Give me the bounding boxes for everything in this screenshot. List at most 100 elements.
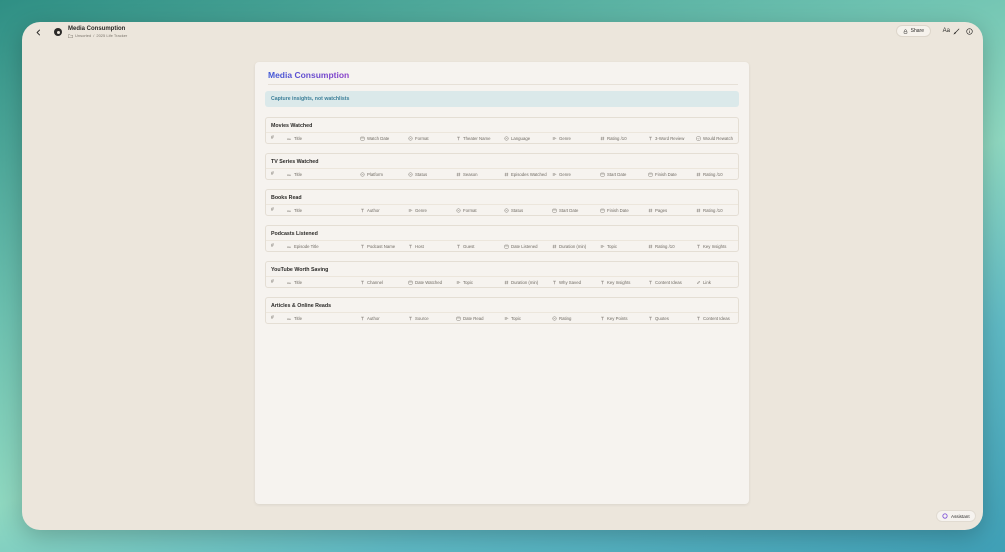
column-header[interactable]: Date Listened bbox=[504, 241, 548, 251]
column-header[interactable]: Key Insights bbox=[696, 241, 740, 251]
column-header[interactable]: Finish Date bbox=[600, 205, 644, 215]
text-icon bbox=[600, 316, 605, 321]
column-header[interactable]: Author bbox=[360, 313, 404, 323]
column-header[interactable]: Guest bbox=[456, 241, 500, 251]
database-title[interactable]: Movies Watched bbox=[271, 123, 312, 129]
column-label: Finish Date bbox=[655, 171, 677, 177]
column-header[interactable]: Topic bbox=[504, 313, 548, 323]
column-header[interactable]: Aa Title bbox=[287, 313, 355, 323]
column-header[interactable]: Would Rewatch bbox=[696, 133, 740, 143]
number-icon bbox=[696, 172, 701, 177]
breadcrumb-item[interactable]: Unsorted bbox=[75, 33, 91, 39]
column-header[interactable]: Date Watched bbox=[408, 277, 452, 287]
column-header[interactable]: Why Saved bbox=[552, 277, 596, 287]
column-header[interactable]: Date Read bbox=[456, 313, 500, 323]
column-header[interactable]: Language bbox=[504, 133, 548, 143]
workspace-button[interactable] bbox=[50, 24, 66, 40]
column-header[interactable]: Status bbox=[504, 205, 548, 215]
column-header[interactable]: # bbox=[271, 313, 281, 323]
column-label: Rating /10 bbox=[607, 135, 627, 141]
column-header[interactable]: Quotes bbox=[648, 313, 692, 323]
column-header[interactable]: Duration (min) bbox=[552, 241, 596, 251]
assistant-label: Assistant bbox=[951, 513, 970, 519]
column-header[interactable]: Key Insights bbox=[600, 277, 644, 287]
column-header[interactable]: # bbox=[271, 133, 281, 143]
column-header[interactable]: Pages bbox=[648, 205, 692, 215]
column-header[interactable]: Rating /10 bbox=[696, 205, 740, 215]
column-header[interactable]: Status bbox=[408, 169, 452, 179]
svg-text:Aa: Aa bbox=[287, 136, 291, 140]
column-header[interactable]: Aa Title bbox=[287, 133, 355, 143]
column-header[interactable]: Topic bbox=[600, 241, 644, 251]
column-header[interactable]: Genre bbox=[552, 169, 596, 179]
column-header[interactable]: Key Points bbox=[600, 313, 644, 323]
column-header[interactable]: Aa Episode Title bbox=[287, 241, 355, 251]
database-block: Books Read # Aa Title Author Genre Format Statu… bbox=[265, 189, 739, 216]
share-label: Share bbox=[910, 28, 924, 34]
column-header[interactable]: # bbox=[271, 277, 281, 287]
column-header[interactable]: Season bbox=[456, 169, 500, 179]
lock-icon bbox=[903, 28, 907, 34]
column-header[interactable]: Format bbox=[408, 133, 452, 143]
column-header[interactable]: Start Date bbox=[552, 205, 596, 215]
column-label: # bbox=[271, 315, 274, 321]
top-bar: Media Consumption Unsorted / 2025 Life T… bbox=[22, 22, 983, 44]
column-header[interactable]: # bbox=[271, 241, 281, 251]
column-header[interactable]: Content Ideas bbox=[648, 277, 692, 287]
column-header[interactable]: Aa Title bbox=[287, 277, 355, 287]
column-header[interactable]: Rating /10 bbox=[648, 241, 692, 251]
column-header[interactable]: Format bbox=[456, 205, 500, 215]
column-header[interactable]: Genre bbox=[408, 205, 452, 215]
column-header[interactable]: Source bbox=[408, 313, 452, 323]
font-settings-button[interactable]: Aa bbox=[943, 25, 950, 37]
column-header[interactable]: Finish Date bbox=[648, 169, 692, 179]
database-title[interactable]: YouTube Worth Saving bbox=[271, 267, 328, 273]
database-title[interactable]: Books Read bbox=[271, 195, 302, 201]
column-header[interactable]: Content Ideas bbox=[696, 313, 740, 323]
database-title[interactable]: TV Series Watched bbox=[271, 159, 319, 165]
column-header[interactable]: Episodes Watched bbox=[504, 169, 548, 179]
text-icon bbox=[648, 136, 653, 141]
column-label: Date Listened bbox=[511, 243, 538, 249]
column-header[interactable]: Aa Title bbox=[287, 169, 355, 179]
column-label: Status bbox=[511, 207, 524, 213]
info-button[interactable] bbox=[964, 25, 974, 37]
database-title[interactable]: Articles & Online Reads bbox=[271, 303, 331, 309]
column-header[interactable]: # bbox=[271, 205, 281, 215]
column-label: Finish Date bbox=[607, 207, 629, 213]
column-header[interactable]: Rating /10 bbox=[600, 133, 644, 143]
column-header[interactable]: Link bbox=[696, 277, 740, 287]
document-page: Media Consumption Capture insights, not … bbox=[255, 62, 749, 504]
column-header[interactable]: Theater Name bbox=[456, 133, 500, 143]
column-header[interactable]: Genre bbox=[552, 133, 596, 143]
column-header[interactable]: Watch Date bbox=[360, 133, 404, 143]
breadcrumb-item[interactable]: 2025 Life Tracker bbox=[96, 33, 127, 39]
column-label: Quotes bbox=[655, 315, 669, 321]
column-header[interactable]: # bbox=[271, 169, 281, 179]
customize-button[interactable] bbox=[951, 25, 961, 37]
number-icon bbox=[504, 280, 509, 285]
share-button[interactable]: Share bbox=[895, 25, 931, 37]
number-icon bbox=[696, 208, 701, 213]
column-header[interactable]: Rating /10 bbox=[696, 169, 740, 179]
column-header[interactable]: Channel bbox=[360, 277, 404, 287]
column-header[interactable]: Aa Title bbox=[287, 205, 355, 215]
calendar-icon bbox=[456, 316, 461, 321]
text-icon bbox=[600, 280, 605, 285]
title-icon: Aa bbox=[287, 244, 292, 249]
column-header[interactable]: Duration (min) bbox=[504, 277, 548, 287]
database-title[interactable]: Podcasts Listened bbox=[271, 231, 318, 237]
title-icon: Aa bbox=[287, 208, 292, 213]
column-header[interactable]: Start Date bbox=[600, 169, 644, 179]
column-header[interactable]: Host bbox=[408, 241, 452, 251]
column-header[interactable]: Podcast Name bbox=[360, 241, 404, 251]
column-header[interactable]: Author bbox=[360, 205, 404, 215]
back-button[interactable] bbox=[30, 24, 46, 40]
calendar-icon bbox=[600, 172, 605, 177]
column-header[interactable]: Rating bbox=[552, 313, 596, 323]
column-header[interactable]: Topic bbox=[456, 277, 500, 287]
column-header[interactable]: Platform bbox=[360, 169, 404, 179]
multi-select-icon bbox=[552, 172, 557, 177]
assistant-button[interactable]: Assistant bbox=[936, 510, 976, 522]
column-header[interactable]: 3-Word Review bbox=[648, 133, 692, 143]
